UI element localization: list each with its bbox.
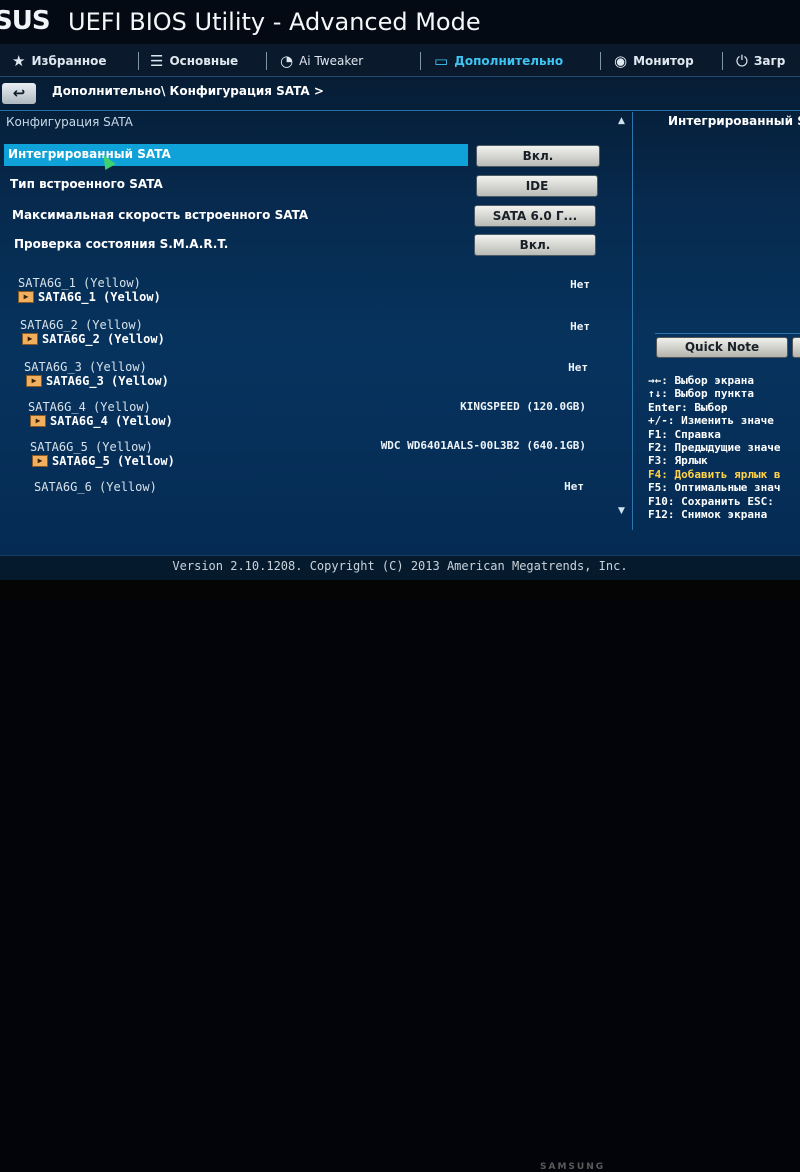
- setting-label-sata-mode[interactable]: Тип встроенного SATA: [10, 177, 163, 191]
- key-hint: F5: Оптимальные знач: [648, 481, 781, 495]
- power-icon: ⏻: [736, 52, 748, 70]
- sata-mode-button[interactable]: IDE: [476, 175, 598, 197]
- tab-divider: [600, 52, 601, 70]
- last-modified-button[interactable]: [792, 337, 800, 358]
- monitor-bezel: SAMSUNG: [0, 580, 800, 1172]
- setting-label-max-speed[interactable]: Максимальная скорость встроенного SATA: [12, 208, 308, 222]
- tab-label: Загр: [753, 54, 786, 68]
- port-device-label: SATA6G_5 (Yellow): [52, 454, 175, 468]
- tab-bar: ★ Избранное ☰ Основные ◔ Ai Tweaker ▭ До…: [0, 44, 800, 77]
- tab-divider: [138, 52, 139, 70]
- integrated-sata-button[interactable]: Вкл.: [476, 145, 600, 167]
- tab-label: Ai Tweaker: [299, 54, 364, 68]
- port-device-item[interactable]: ▶ SATA6G_2 (Yellow): [22, 332, 165, 346]
- tab-label: Монитор: [633, 54, 694, 68]
- port-device-item[interactable]: ▶ SATA6G_1 (Yellow): [18, 290, 161, 304]
- bios-screen: SUS UEFI BIOS Utility - Advanced Mode ★ …: [0, 0, 800, 580]
- port-label: SATA6G_4 (Yellow): [28, 400, 151, 414]
- port-value: Нет: [570, 320, 590, 333]
- key-hint: →←: Выбор экрана: [648, 374, 754, 387]
- smart-button[interactable]: Вкл.: [474, 234, 596, 256]
- tab-label: Дополнительно: [454, 54, 564, 68]
- scroll-down-icon[interactable]: ▼: [618, 506, 625, 516]
- arrow-right-icon: ▶: [32, 455, 48, 467]
- port-device-item[interactable]: ▶ SATA6G_3 (Yellow): [26, 374, 169, 388]
- tab-advanced[interactable]: ▭ Дополнительно: [434, 50, 563, 72]
- port-value: Нет: [568, 361, 588, 374]
- monitor-icon: ◉: [614, 52, 628, 70]
- tab-label: Избранное: [31, 54, 107, 68]
- tab-favorites[interactable]: ★ Избранное: [12, 50, 107, 72]
- port-device-label: SATA6G_1 (Yellow): [38, 290, 161, 304]
- key-hint: F10: Сохранить ESC:: [648, 494, 774, 508]
- port-label: SATA6G_1 (Yellow): [18, 276, 141, 290]
- tab-divider: [266, 52, 267, 70]
- list-icon: ☰: [150, 52, 164, 70]
- port-device-item[interactable]: ▶ SATA6G_5 (Yellow): [32, 454, 175, 468]
- scroll-up-icon[interactable]: ▲: [618, 116, 625, 126]
- key-hint: ↑↓: Выбор пункта: [648, 387, 754, 401]
- port-label: SATA6G_3 (Yellow): [24, 360, 147, 374]
- key-hint: F12: Снимок экрана: [648, 507, 768, 521]
- gauge-icon: ◔: [280, 52, 294, 70]
- tab-monitor[interactable]: ◉ Монитор: [614, 50, 694, 72]
- key-hint: F4: Добавить ярлык в: [648, 467, 781, 481]
- port-device-label: SATA6G_3 (Yellow): [46, 374, 169, 388]
- back-button[interactable]: ↩: [2, 83, 36, 104]
- arrow-right-icon: ▶: [30, 415, 46, 427]
- breadcrumb: Дополнительно\ Конфигурация SATA >: [52, 84, 324, 98]
- arrow-right-icon: ▶: [22, 333, 38, 345]
- key-hint: Enter: Выбор: [648, 400, 728, 414]
- arrow-right-icon: ▶: [18, 291, 34, 303]
- port-label: SATA6G_2 (Yellow): [20, 318, 143, 332]
- setting-label-smart[interactable]: Проверка состояния S.M.A.R.T.: [14, 237, 228, 251]
- tab-divider: [420, 52, 421, 70]
- divider: [655, 333, 800, 334]
- tab-divider: [722, 52, 723, 70]
- tab-ai-tweaker[interactable]: ◔ Ai Tweaker: [280, 50, 363, 72]
- quick-note-button[interactable]: Quick Note: [656, 337, 788, 358]
- app-title: UEFI BIOS Utility - Advanced Mode: [68, 8, 481, 36]
- help-title: Интегрированный S: [668, 114, 800, 128]
- key-legend: →←: Выбор экрана ↑↓: Выбор пункта Enter:…: [648, 374, 800, 521]
- arrow-right-icon: ▶: [26, 375, 42, 387]
- port-label: SATA6G_6 (Yellow): [34, 480, 157, 494]
- port-value: Нет: [570, 278, 590, 291]
- key-hint: F3: Ярлык: [648, 454, 708, 468]
- star-icon: ★: [12, 52, 26, 70]
- key-hint: F1: Справка: [648, 427, 721, 441]
- key-hint: F2: Предыдущие значе: [648, 440, 781, 454]
- chip-icon: ▭: [434, 52, 449, 70]
- tab-boot[interactable]: ⏻ Загр: [736, 50, 785, 72]
- asus-logo: SUS: [0, 6, 51, 36]
- key-hint: +/-: Изменить значе: [648, 414, 774, 428]
- port-value: WDC WD6401AALS-00L3B2 (640.1GB): [380, 439, 586, 452]
- section-title: Конфигурация SATA: [6, 115, 133, 129]
- panel-divider: [632, 112, 633, 530]
- port-device-label: SATA6G_2 (Yellow): [42, 332, 165, 346]
- tab-main[interactable]: ☰ Основные: [150, 50, 238, 72]
- port-device-item[interactable]: ▶ SATA6G_4 (Yellow): [30, 414, 173, 428]
- setting-label-integrated-sata[interactable]: Интегрированный SATA: [8, 147, 171, 161]
- divider: [0, 110, 800, 111]
- port-label: SATA6G_5 (Yellow): [30, 440, 153, 454]
- version-text: Version 2.10.1208. Copyright (C) 2013 Am…: [172, 559, 628, 573]
- max-speed-button[interactable]: SATA 6.0 Г...: [474, 205, 596, 227]
- port-value: KINGSPEED (120.0GB): [460, 400, 586, 413]
- monitor-brand-logo: SAMSUNG: [540, 1162, 606, 1172]
- tab-label: Основные: [169, 54, 239, 68]
- port-device-label: SATA6G_4 (Yellow): [50, 414, 173, 428]
- title-bar: SUS UEFI BIOS Utility - Advanced Mode: [0, 0, 800, 44]
- port-value: Нет: [564, 480, 584, 493]
